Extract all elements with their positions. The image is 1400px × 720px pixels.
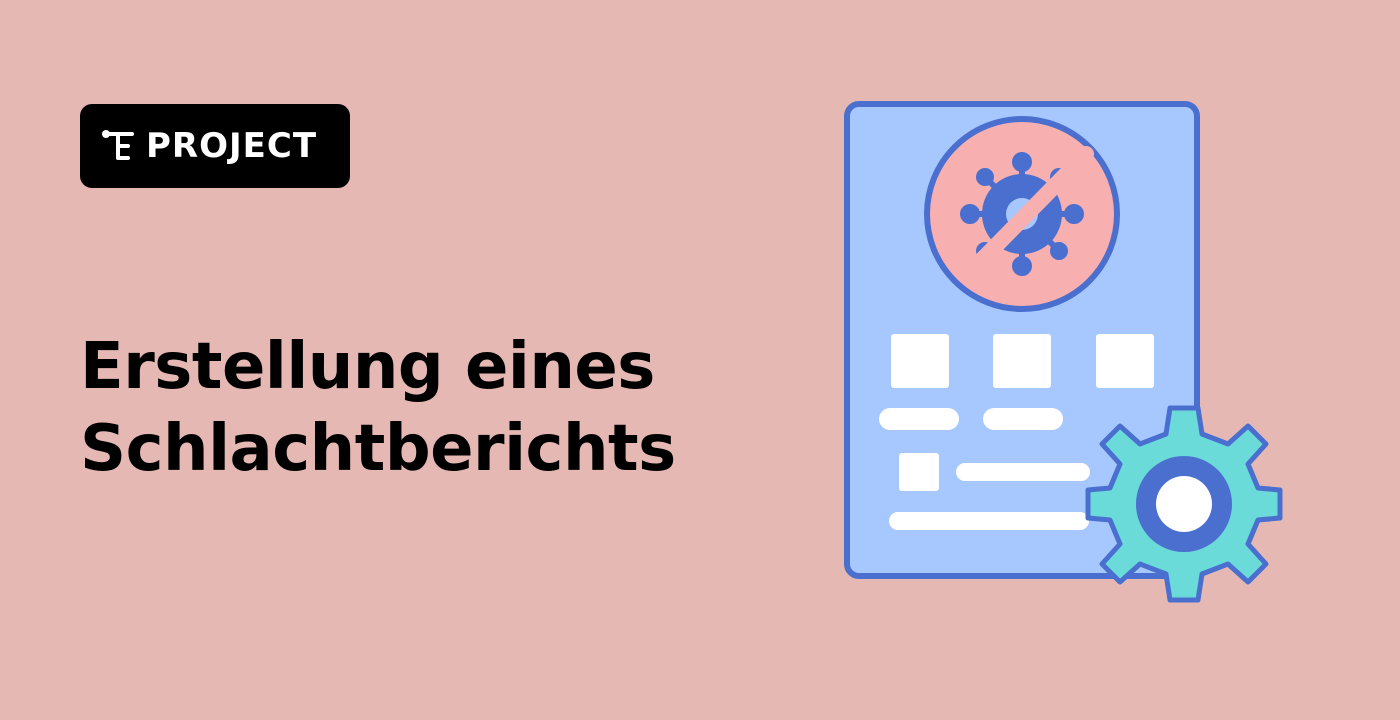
page-title: Erstellung eines Schlachtberichts <box>80 326 676 490</box>
gear-icon <box>1085 405 1283 603</box>
title-line-1: Erstellung eines <box>80 330 655 404</box>
tree-structure-icon <box>102 130 134 160</box>
no-virus-icon <box>924 116 1120 312</box>
report-illustration <box>844 101 1283 603</box>
project-badge: PROJECT <box>80 104 350 188</box>
title-line-2: Schlachtberichts <box>80 412 676 486</box>
badge-label: PROJECT <box>146 126 318 166</box>
